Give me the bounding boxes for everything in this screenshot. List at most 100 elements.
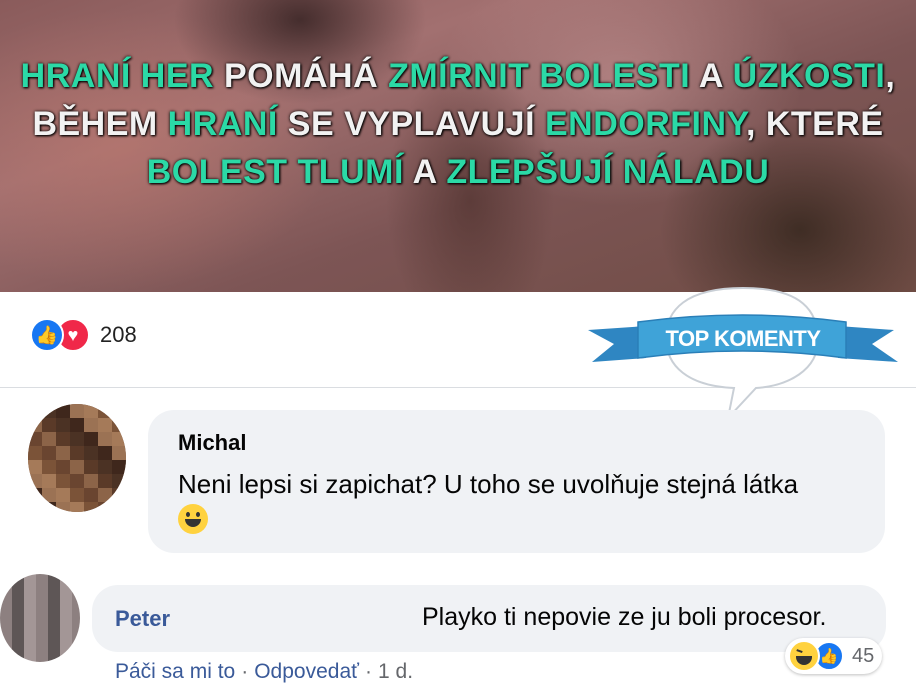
avatar-pixel [98,446,112,460]
top-comments-badge: TOP KOMENTY [588,286,898,422]
avatar-pixel [56,474,70,488]
grinning-face-emoji-icon [178,504,208,534]
separator: · [241,660,249,683]
banner-highlight-text: ENDORFINY [544,105,746,143]
comment-author[interactable]: Peter [115,606,170,632]
comment-text: Playko ti nepovie ze ju boli procesor. [422,603,827,631]
avatar-pixel [42,418,56,432]
avatar-pixel [70,474,84,488]
avatar-pixel [56,460,70,474]
avatar-pixel [56,446,70,460]
banner-text: A [403,153,447,191]
comment-bubble: Michal Neni lepsi si zapichat? U toho se… [148,410,885,553]
avatar-pixel [112,460,126,474]
reply-link[interactable]: Odpovedať [254,660,359,683]
banner-text: A [690,57,733,95]
comment-text: Neni lepsi si zapichat? U toho se uvolňu… [178,466,828,538]
banner-highlight-text: HRANÍ [167,105,278,143]
avatar-pixel [84,460,98,474]
avatar-pixel [28,432,42,446]
banner-text: , KTERÉ [745,105,884,143]
avatar-pixel [70,446,84,460]
ribbon-right-tail [838,326,898,362]
avatar-pixel [112,488,126,502]
avatar-pixel [28,446,42,460]
avatar-pixel [98,502,112,512]
avatar-pixel [28,404,42,418]
banner-highlight-text: ÚZKOSTI [732,57,886,95]
banner-line: BOLEST TLUMÍ A ZLEPŠUJÍ NÁLADU [0,148,916,196]
avatar-pixel [98,418,112,432]
badge-label: TOP KOMENTY [665,326,821,351]
avatar-pixel [98,488,112,502]
post-image-banner[interactable]: HRANÍ HER POMÁHÁ ZMÍRNIT BOLESTI A ÚZKOS… [0,0,916,292]
avatar-pixel [84,418,98,432]
avatar[interactable] [0,574,80,662]
avatar-pixel [70,460,84,474]
comment-author[interactable]: Michal [178,430,246,456]
avatar-pixel [70,418,84,432]
avatar-pixel [56,488,70,502]
avatar-pixel [28,502,42,512]
avatar-pixel [70,502,84,512]
avatar-pixel [84,404,98,418]
banner-line: HRANÍ HER POMÁHÁ ZMÍRNIT BOLESTI A ÚZKOS… [0,52,916,100]
avatar-pixel [56,418,70,432]
like-comment-link[interactable]: Páči sa mi to [115,660,235,683]
avatar-pixel [84,446,98,460]
like-icon: 👍 [30,318,64,352]
avatar-pixel [56,502,70,512]
avatar-pixel [84,488,98,502]
avatar-pixel [70,432,84,446]
banner-text: BĚHEM [32,105,168,143]
avatar-pixel [84,502,98,512]
avatar-pixel [42,432,56,446]
banner-caption: HRANÍ HER POMÁHÁ ZMÍRNIT BOLESTI A ÚZKOS… [0,52,916,196]
avatar-pixel [28,418,42,432]
avatar-pixel [98,432,112,446]
avatar[interactable] [28,404,126,512]
avatar-pixel [56,404,70,418]
banner-text: SE VYPLAVUJÍ [277,105,545,143]
avatar-pixel [28,474,42,488]
avatar-pixel [84,432,98,446]
banner-highlight-text: HRANÍ HER [20,57,215,95]
avatar-pixel [112,418,126,432]
avatar-pixel [84,474,98,488]
avatar-pixel [70,404,84,418]
comment-actions: Páči sa mi to · Odpovedať · 1 d. [115,660,413,684]
avatar-pixel [42,404,56,418]
comment-text-content: Neni lepsi si zapichat? U toho se uvolňu… [178,469,799,499]
avatar-pixel [28,460,42,474]
avatar-pixel [42,460,56,474]
avatar-pixel [42,474,56,488]
banner-line: BĚHEM HRANÍ SE VYPLAVUJÍ ENDORFINY, KTER… [0,100,916,148]
avatar-pixel [98,474,112,488]
avatar-pixel [42,488,56,502]
banner-highlight-text: BOLEST TLUMÍ [146,153,404,191]
avatar-pixel [56,432,70,446]
comment-reactions[interactable]: 👍 45 [785,638,883,674]
avatar-pixel [98,404,112,418]
avatar-pixel [70,488,84,502]
avatar-pixel [28,488,42,502]
avatar-pixel [112,432,126,446]
avatar-pixel [112,404,126,418]
avatar-pixel [42,502,56,512]
comment-reaction-count: 45 [852,644,875,667]
avatar-pixel [42,446,56,460]
banner-text: , [885,57,896,95]
post-reactions[interactable]: 👍 ♥ 208 [30,318,137,352]
avatar-pixel [98,460,112,474]
comment-bubble: Peter Playko ti nepovie ze ju boli proce… [92,585,886,652]
avatar-pixel [112,446,126,460]
comment-time[interactable]: 1 d. [378,660,413,683]
separator: · [365,660,373,683]
avatar-pixel [112,474,126,488]
avatar-pixel [112,502,126,512]
banner-highlight-text: ZLEPŠUJÍ NÁLADU [446,153,770,191]
haha-icon [788,640,820,672]
reaction-count[interactable]: 208 [100,322,137,348]
banner-highlight-text: ZMÍRNIT BOLESTI [388,57,691,95]
banner-text: POMÁHÁ [214,57,389,95]
